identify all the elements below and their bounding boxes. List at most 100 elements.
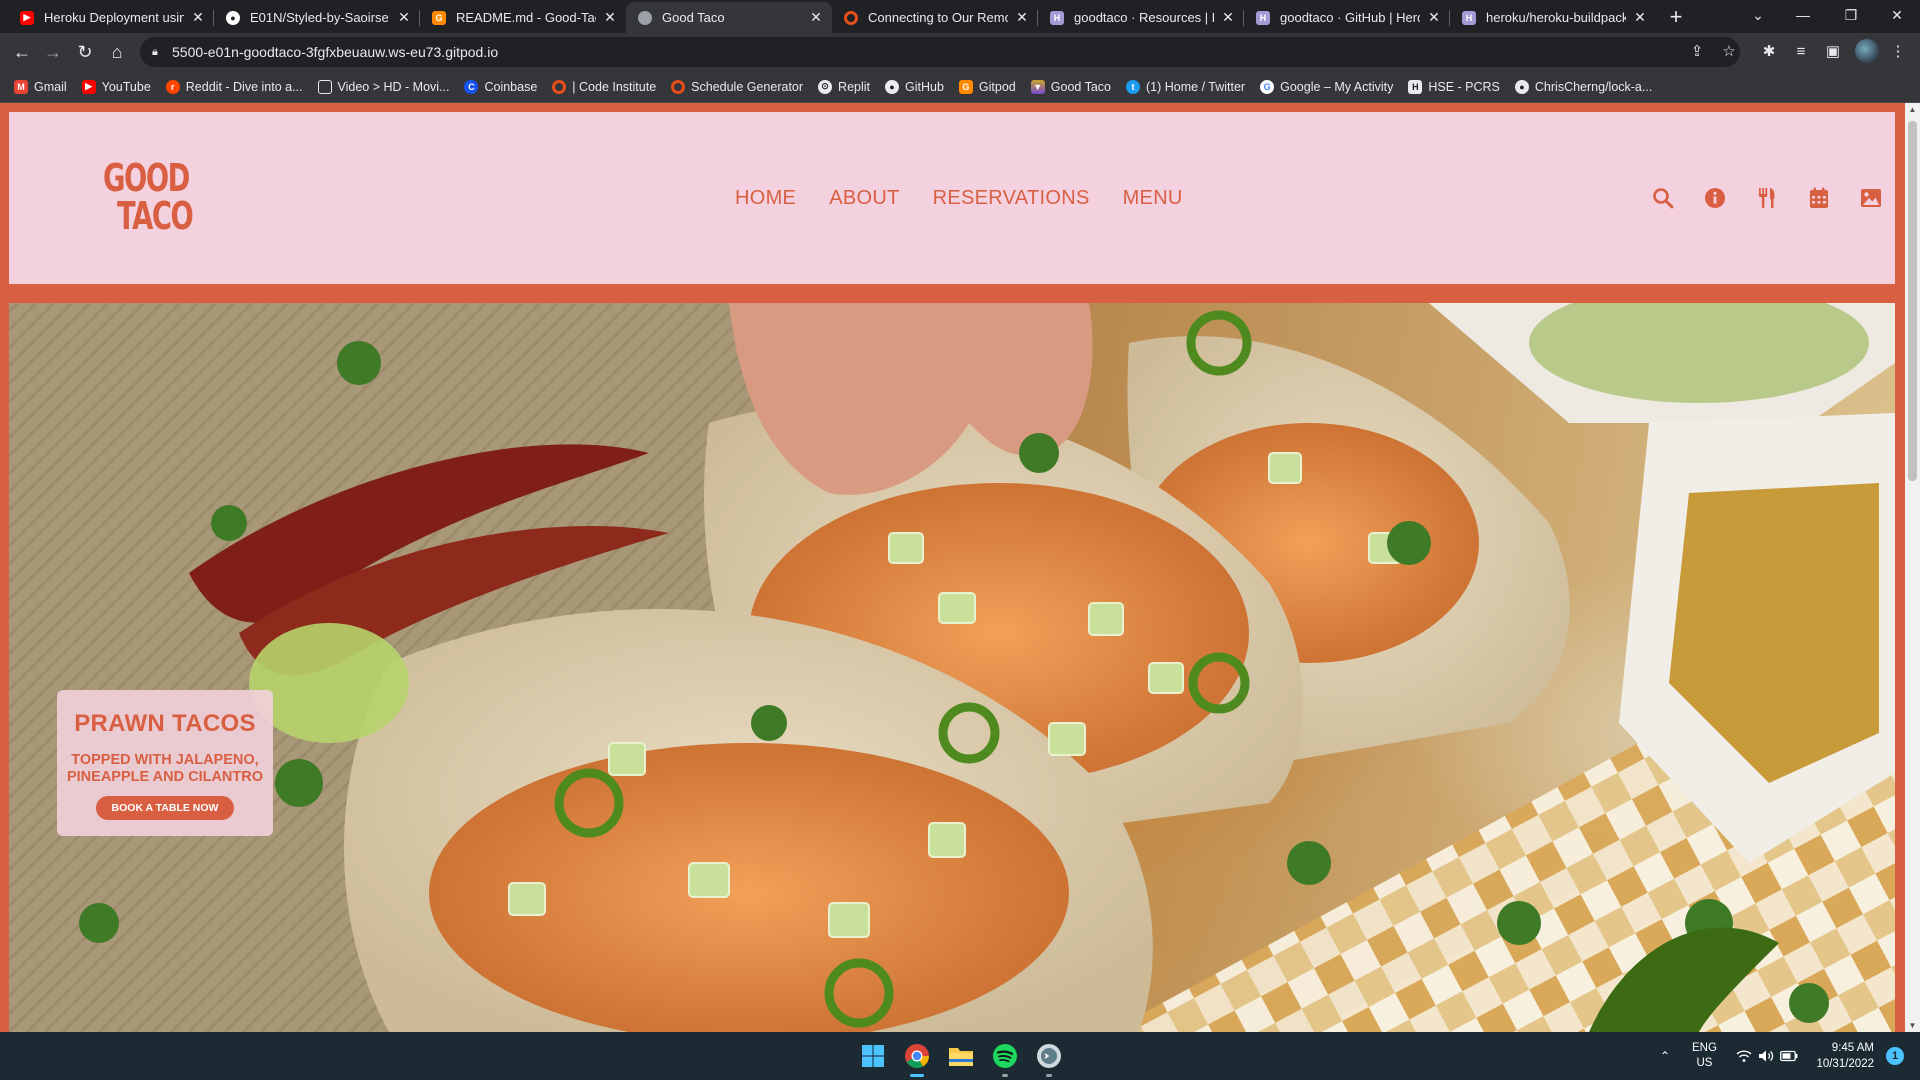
close-icon[interactable]: ✕ [1632, 9, 1648, 26]
utensils-icon[interactable] [1741, 185, 1793, 211]
menu-dots-icon[interactable]: ⋮ [1884, 38, 1912, 66]
close-icon[interactable]: ✕ [602, 9, 618, 26]
heroku-icon: H [1050, 10, 1064, 25]
tab-styled-by-saoirse[interactable]: ● E01N/Styled-by-Saoirse: M ✕ [214, 2, 420, 33]
spotify-icon[interactable] [990, 1041, 1020, 1077]
bookmark-good-taco[interactable]: ▼ Good Taco [1030, 79, 1111, 94]
nav-reservations-link[interactable]: RESERVATIONS [933, 187, 1090, 210]
nav-about-link[interactable]: ABOUT [829, 187, 899, 210]
hero-section: PRAWN TACOS TOPPED WITH JALAPENO, PINEAP… [9, 303, 1895, 1032]
bookmark-hse-pcrs[interactable]: H HSE - PCRS [1408, 79, 1500, 94]
search-icon[interactable] [1637, 185, 1689, 211]
image-icon[interactable] [1845, 185, 1897, 211]
forward-button[interactable]: → [39, 38, 67, 66]
wifi-icon[interactable] [1736, 1032, 1752, 1080]
address-bar[interactable]: 🔒︎ 5500-e01n-goodtaco-3fgfxbeuauw.ws-eu7… [140, 37, 1740, 67]
close-icon[interactable]: ✕ [1014, 9, 1030, 26]
tab-heroku-buildpack[interactable]: H heroku/heroku-buildpack- ✕ [1450, 2, 1656, 33]
share-icon[interactable]: ⇪ [1683, 38, 1711, 66]
close-icon[interactable]: ✕ [1220, 9, 1236, 26]
tab-good-taco[interactable]: Good Taco ✕ [626, 2, 832, 33]
language-indicator[interactable]: ENG US [1692, 1032, 1717, 1080]
close-window-button[interactable]: ✕ [1874, 0, 1920, 30]
profile-avatar[interactable] [1855, 39, 1879, 63]
language-code: ENG [1692, 1042, 1717, 1054]
new-tab-button[interactable]: + [1662, 4, 1690, 32]
info-icon[interactable] [1689, 185, 1741, 211]
calendar-icon[interactable] [1793, 185, 1845, 211]
url-text: 5500-e01n-goodtaco-3fgfxbeuauw.ws-eu73.g… [172, 44, 499, 60]
restore-button[interactable]: ❐ [1828, 0, 1874, 30]
code-institute-icon [552, 79, 567, 94]
file-explorer-icon[interactable] [946, 1041, 976, 1071]
bookmark-coinbase[interactable]: C Coinbase [464, 79, 537, 94]
reddit-icon: r [165, 79, 180, 94]
side-panel-icon[interactable]: ▣ [1819, 38, 1847, 66]
scroll-down-arrow-icon[interactable]: ▼ [1905, 1021, 1920, 1030]
close-icon[interactable]: ✕ [1426, 9, 1442, 26]
bookmarks-bar: M Gmail ▶ YouTube r Reddit - Dive into a...… [0, 71, 1920, 103]
close-icon[interactable]: ✕ [190, 9, 206, 26]
bookmark-google-activity[interactable]: G Google – My Activity [1260, 79, 1393, 94]
bookmark-star-icon[interactable]: ☆ [1715, 38, 1743, 66]
extensions-icon[interactable]: ✱ [1755, 38, 1783, 66]
gmail-icon: M [14, 79, 28, 94]
twitter-icon: t [1126, 79, 1140, 94]
nav-menu-link[interactable]: MENU [1123, 187, 1183, 210]
page-viewport: GOOD TACO HOME ABOUT RESERVATIONS MENU P… [0, 103, 1920, 1032]
scroll-up-arrow-icon[interactable]: ▲ [1905, 105, 1920, 114]
bookmark-video-hd[interactable]: Video > HD - Movi... [317, 79, 449, 94]
media-control-icon[interactable]: ≡ [1787, 38, 1815, 66]
windows-start-icon[interactable] [858, 1041, 888, 1071]
chrome-icon[interactable] [902, 1041, 932, 1077]
reload-button[interactable]: ↻ [71, 38, 99, 66]
tab-title: Good Taco [662, 10, 725, 25]
tab-goodtaco-github[interactable]: H goodtaco · GitHub | Herok ✕ [1244, 2, 1450, 33]
tab-readme[interactable]: G README.md - Good-Taco ✕ [420, 2, 626, 33]
tab-heroku-deployment[interactable]: ▶ Heroku Deployment using ✕ [8, 2, 214, 33]
hero-food-image [9, 303, 1895, 1032]
heroku-icon: H [1462, 10, 1476, 25]
minimize-button[interactable]: — [1780, 0, 1826, 30]
tab-title: goodtaco · Resources | He [1074, 10, 1214, 25]
tab-title: Heroku Deployment using [44, 10, 184, 25]
terminal-icon[interactable] [1034, 1041, 1064, 1077]
bookmark-replit[interactable]: ⊙ Replit [818, 79, 870, 94]
youtube-icon: ▶ [20, 10, 34, 25]
coinbase-icon: C [464, 79, 479, 94]
volume-icon[interactable] [1758, 1032, 1774, 1080]
scrollbar-thumb[interactable] [1908, 121, 1917, 481]
good-taco-logo[interactable]: GOOD TACO [97, 156, 194, 238]
page-scrollbar[interactable]: ▲ ▼ [1905, 103, 1920, 1032]
nav-home-link[interactable]: HOME [735, 187, 796, 210]
bookmark-twitter[interactable]: t (1) Home / Twitter [1126, 79, 1245, 94]
notification-button[interactable]: 1 [1886, 1032, 1904, 1080]
tab-title: Connecting to Our Remote [868, 10, 1008, 25]
tab-search-button[interactable]: ⌄ [1735, 0, 1781, 30]
clock[interactable]: 9:45 AM 10/31/2022 [1812, 1032, 1874, 1080]
show-hidden-icons-icon[interactable]: ⌃ [1660, 1032, 1670, 1080]
back-button[interactable]: ← [8, 38, 36, 66]
close-icon[interactable]: ✕ [808, 9, 824, 26]
home-button[interactable]: ⌂ [103, 38, 131, 66]
bookmark-gitpod[interactable]: G Gitpod [958, 79, 1016, 94]
bookmark-schedule-generator[interactable]: Schedule Generator [671, 79, 803, 94]
heroku-icon: H [1256, 10, 1270, 25]
tab-connecting-remote[interactable]: Connecting to Our Remote ✕ [832, 2, 1038, 33]
bookmark-lock-a[interactable]: ● ChrisCherng/lock-a... [1514, 79, 1652, 94]
good-taco-icon: ▼ [1030, 79, 1045, 94]
bookmark-gmail[interactable]: M Gmail [14, 79, 67, 94]
battery-icon[interactable] [1780, 1032, 1798, 1080]
github-icon: ● [885, 79, 900, 94]
bookmark-code-institute[interactable]: | Code Institute [552, 79, 656, 94]
notification-badge: 1 [1886, 1047, 1904, 1065]
code-institute-icon [844, 10, 858, 25]
tab-goodtaco-resources[interactable]: H goodtaco · Resources | He ✕ [1038, 2, 1244, 33]
close-icon[interactable]: ✕ [396, 9, 412, 26]
hero-subtitle: TOPPED WITH JALAPENO, PINEAPPLE AND CILA… [66, 752, 264, 785]
bookmark-reddit[interactable]: r Reddit - Dive into a... [165, 79, 303, 94]
bookmark-github[interactable]: ● GitHub [885, 79, 944, 94]
bookmark-youtube[interactable]: ▶ YouTube [81, 79, 151, 94]
book-table-button[interactable]: BOOK A TABLE NOW [95, 796, 235, 820]
lock-icon[interactable]: 🔒︎ [152, 37, 158, 67]
